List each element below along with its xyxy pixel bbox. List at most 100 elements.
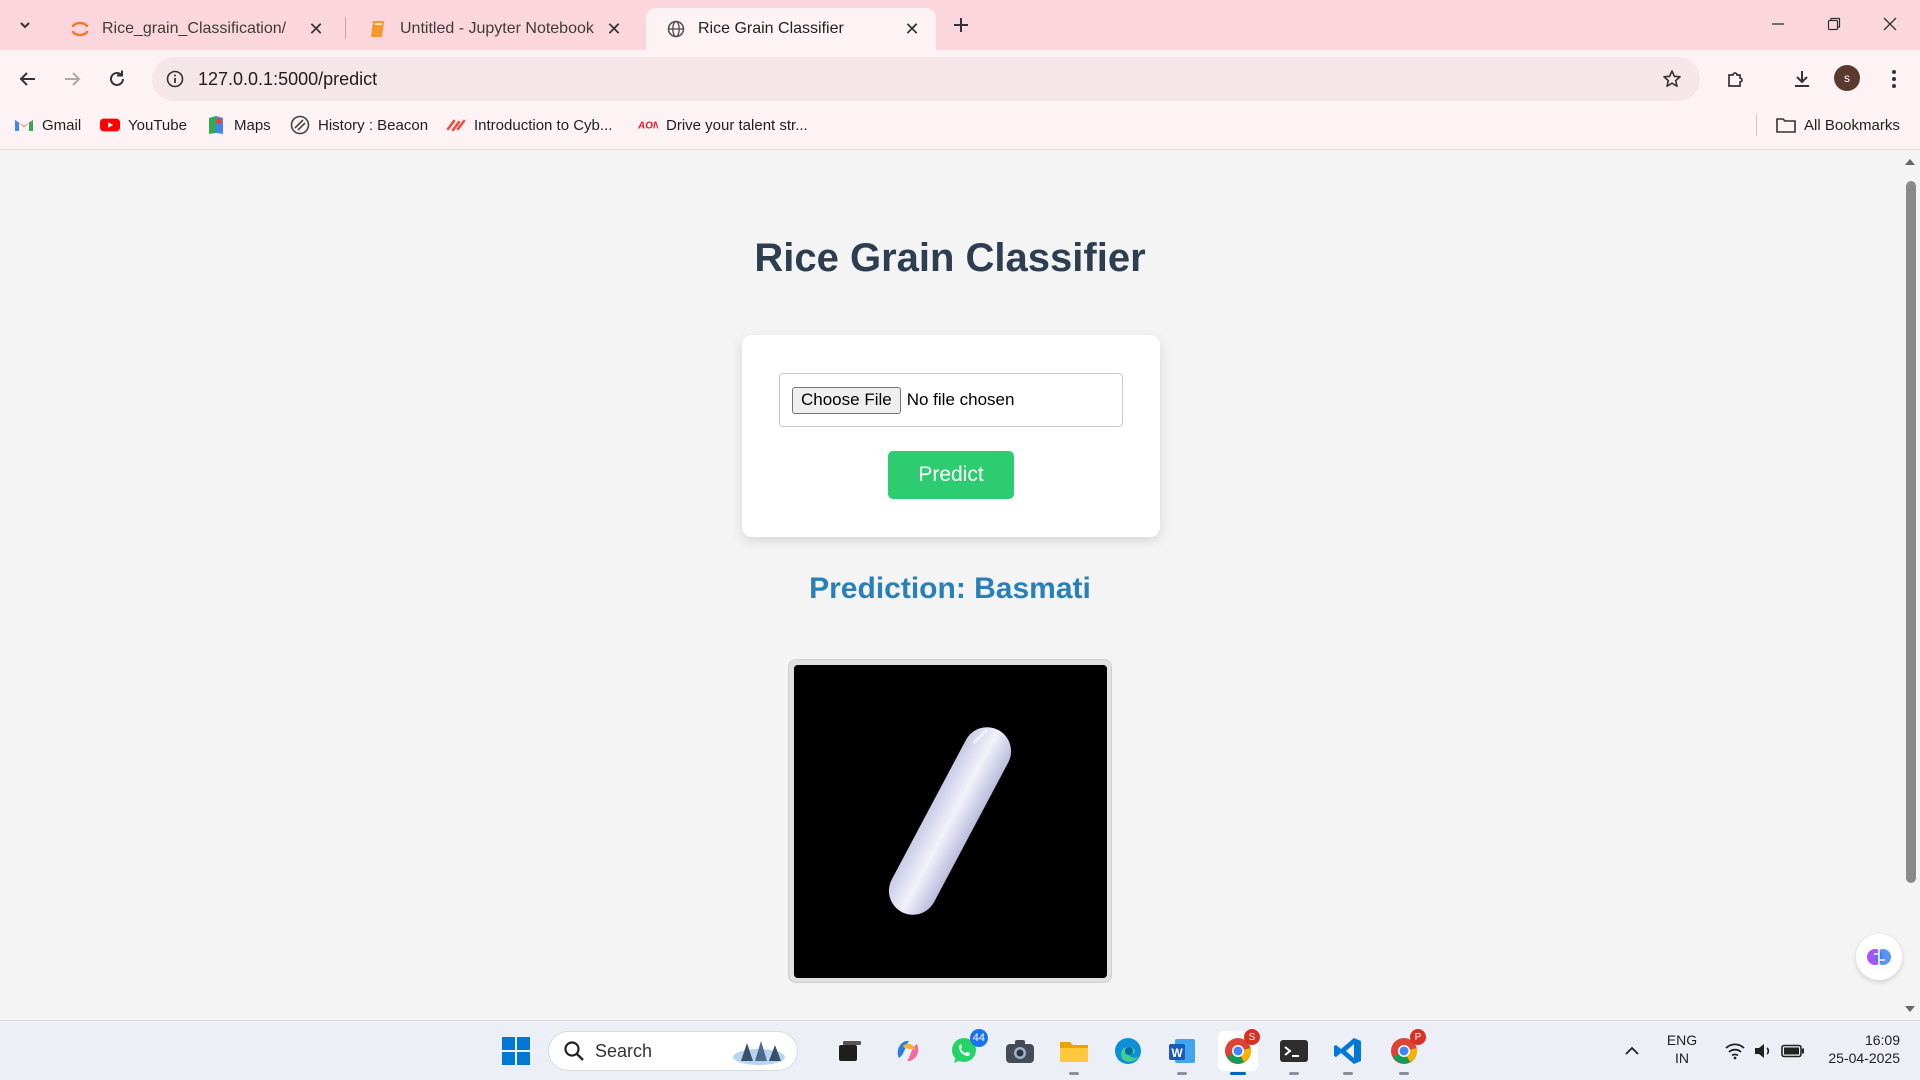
bookmark-label: Introduction to Cyb...: [474, 116, 613, 134]
aon-icon: AON: [638, 115, 658, 135]
taskbar-chrome-profile-2[interactable]: P: [1384, 1029, 1426, 1075]
new-tab-button[interactable]: [948, 12, 974, 38]
page-scrollbar[interactable]: [1900, 151, 1920, 1020]
bookmark-gmail[interactable]: Gmail: [14, 108, 81, 142]
copilot-icon: [897, 1040, 919, 1062]
windows-taskbar: Search 44 W S P ENG IN 16:09 25-04-2025: [0, 1020, 1920, 1080]
arrow-left-icon: [19, 72, 35, 86]
tab-jupyter-notebook[interactable]: Untitled - Jupyter Notebook ✕: [348, 8, 638, 50]
wifi-icon: [1725, 1043, 1745, 1060]
quick-settings-button[interactable]: [1710, 1031, 1820, 1071]
minimize-button[interactable]: [1758, 8, 1798, 40]
running-indicator: [1177, 1072, 1187, 1075]
tray-overflow-button[interactable]: [1612, 1031, 1652, 1071]
start-button[interactable]: [496, 1031, 536, 1071]
back-button[interactable]: [12, 63, 44, 95]
scroll-thumb[interactable]: [1906, 181, 1916, 883]
edge-icon: [1115, 1038, 1141, 1064]
taskbar-task-view[interactable]: [830, 1031, 870, 1071]
assistant-floating-button[interactable]: [1856, 934, 1902, 980]
clock[interactable]: 16:09 25-04-2025: [1808, 1031, 1908, 1067]
bookmark-drive-talent[interactable]: AON Drive your talent str...: [638, 108, 808, 142]
bookmark-intro-cyber[interactable]: Introduction to Cyb...: [446, 108, 612, 142]
clock-time: 16:09: [1864, 1032, 1900, 1048]
svg-text:AON: AON: [638, 121, 658, 131]
forward-button[interactable]: [56, 63, 88, 95]
taskbar-edge[interactable]: [1108, 1031, 1148, 1071]
language-code: ENG: [1666, 1032, 1698, 1048]
tab-search-button[interactable]: [12, 12, 38, 38]
taskbar-terminal[interactable]: [1274, 1031, 1314, 1075]
taskbar-camera[interactable]: [1000, 1031, 1040, 1071]
site-info-icon[interactable]: [162, 66, 188, 92]
tab-close-icon[interactable]: ✕: [306, 19, 326, 39]
rice-grain-image: [794, 665, 1107, 978]
file-status-text: No file chosen: [906, 390, 1015, 409]
cyber-icon: [446, 115, 466, 135]
running-indicator: [1069, 1072, 1079, 1075]
rice-grain-picture: [794, 665, 1107, 978]
search-label: Search: [595, 1040, 653, 1061]
page-title: Rice Grain Classifier: [754, 236, 1146, 280]
tab-rice-grain-classifier[interactable]: Rice Grain Classifier ✕: [646, 8, 936, 50]
tab-close-icon[interactable]: ✕: [604, 19, 624, 39]
taskbar-copilot[interactable]: [888, 1031, 928, 1071]
camera-icon: [1006, 1040, 1034, 1063]
folder-icon: [1060, 1042, 1088, 1062]
tab-title: Untitled - Jupyter Notebook: [400, 20, 594, 37]
chrome-profile-badge: P: [1410, 1029, 1426, 1045]
running-indicator: [1289, 1072, 1299, 1075]
downloads-button[interactable]: [1786, 63, 1818, 95]
tab-separator: [345, 17, 346, 39]
address-bar[interactable]: 127.0.0.1:5000/predict: [152, 57, 1700, 101]
browser-toolbar: 127.0.0.1:5000/predict s: [0, 50, 1920, 108]
bookmark-label: Gmail: [42, 116, 82, 134]
prediction-result: Prediction: Basmati: [809, 572, 1091, 605]
restore-button[interactable]: [1814, 8, 1854, 40]
chrome-profile-badge: S: [1244, 1029, 1260, 1045]
youtube-icon: [100, 115, 120, 135]
bookmark-maps[interactable]: Maps: [206, 108, 271, 142]
taskbar-whatsapp[interactable]: 44: [944, 1029, 988, 1071]
taskbar-vscode[interactable]: [1328, 1031, 1368, 1075]
tab-rice-grain-classification[interactable]: Rice_grain_Classification/ ✕: [50, 8, 340, 50]
bookmark-star-icon[interactable]: [1660, 67, 1684, 91]
tab-strip: Rice_grain_Classification/ ✕ Untitled - …: [0, 0, 1920, 50]
language-indicator[interactable]: ENG IN: [1660, 1031, 1704, 1067]
profile-avatar[interactable]: s: [1834, 65, 1860, 91]
jupyter-icon: [70, 19, 90, 39]
taskbar-search[interactable]: Search: [548, 1031, 798, 1071]
puzzle-icon: [1728, 72, 1743, 87]
beacon-icon: [290, 115, 310, 135]
bookmarks-separator: [1756, 114, 1757, 136]
tab-title: Rice_grain_Classification/: [102, 20, 287, 37]
bookmark-youtube[interactable]: YouTube: [100, 108, 187, 142]
file-input[interactable]: Choose File No file chosen: [779, 373, 1123, 427]
bookmark-history-beacon[interactable]: History : Beacon: [290, 108, 428, 142]
bookmark-label: Drive your talent str...: [666, 116, 808, 134]
taskbar-word[interactable]: W: [1162, 1031, 1202, 1075]
tab-close-icon[interactable]: ✕: [902, 19, 922, 39]
svg-text:W: W: [1171, 1046, 1183, 1060]
menu-button[interactable]: [1878, 63, 1910, 95]
choose-file-button[interactable]: Choose File: [792, 386, 901, 414]
chevron-down-icon: [20, 22, 30, 29]
predict-button[interactable]: Predict: [888, 451, 1014, 499]
extensions-button[interactable]: [1720, 63, 1752, 95]
notebook-icon: [368, 19, 388, 39]
taskbar-chrome[interactable]: S: [1218, 1029, 1260, 1075]
windows-logo-icon: [502, 1037, 530, 1065]
word-icon: W: [1169, 1039, 1195, 1063]
taskbar-file-explorer[interactable]: [1054, 1031, 1094, 1075]
chevron-up-icon: [1625, 1046, 1639, 1055]
reload-button[interactable]: [101, 63, 133, 95]
scroll-up-icon[interactable]: [1900, 155, 1920, 169]
brain-icon: [1867, 949, 1891, 965]
close-icon: [1883, 17, 1897, 31]
scroll-down-icon[interactable]: [1900, 1002, 1920, 1016]
all-bookmarks-button[interactable]: All Bookmarks: [1776, 108, 1900, 142]
folder-icon: [1776, 115, 1796, 135]
bookmark-label: All Bookmarks: [1804, 116, 1900, 134]
gmail-icon: [14, 115, 34, 135]
close-window-button[interactable]: [1870, 8, 1910, 40]
